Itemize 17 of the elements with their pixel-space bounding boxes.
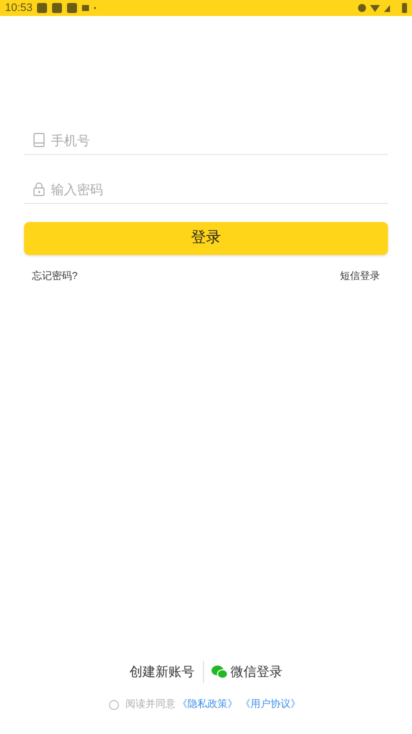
agreement-link[interactable]: 《隐私政策》: [178, 697, 238, 712]
forgot-password-link[interactable]: 忘记密码?: [32, 269, 78, 284]
wechat-login-link[interactable]: 微信登录: [204, 662, 282, 682]
battery-icon: [402, 3, 407, 13]
lock-icon: [33, 182, 45, 196]
password-field[interactable]: 输入密码: [24, 175, 388, 204]
status-time: 10:53: [5, 0, 33, 16]
agreement-text: 阅读并同意: [126, 698, 176, 712]
wifi-icon: [370, 4, 380, 12]
chat-bubbles-icon: [210, 665, 228, 679]
phone-icon: [33, 133, 45, 147]
login-button[interactable]: 登录: [24, 222, 388, 255]
sms-login-link[interactable]: 短信登录: [340, 269, 380, 284]
signal-icon: [384, 4, 390, 12]
phone-field[interactable]: 手机号: [24, 126, 388, 155]
agreement-checkbox[interactable]: [108, 700, 118, 710]
create-account-link[interactable]: 创建新账号: [130, 662, 202, 682]
